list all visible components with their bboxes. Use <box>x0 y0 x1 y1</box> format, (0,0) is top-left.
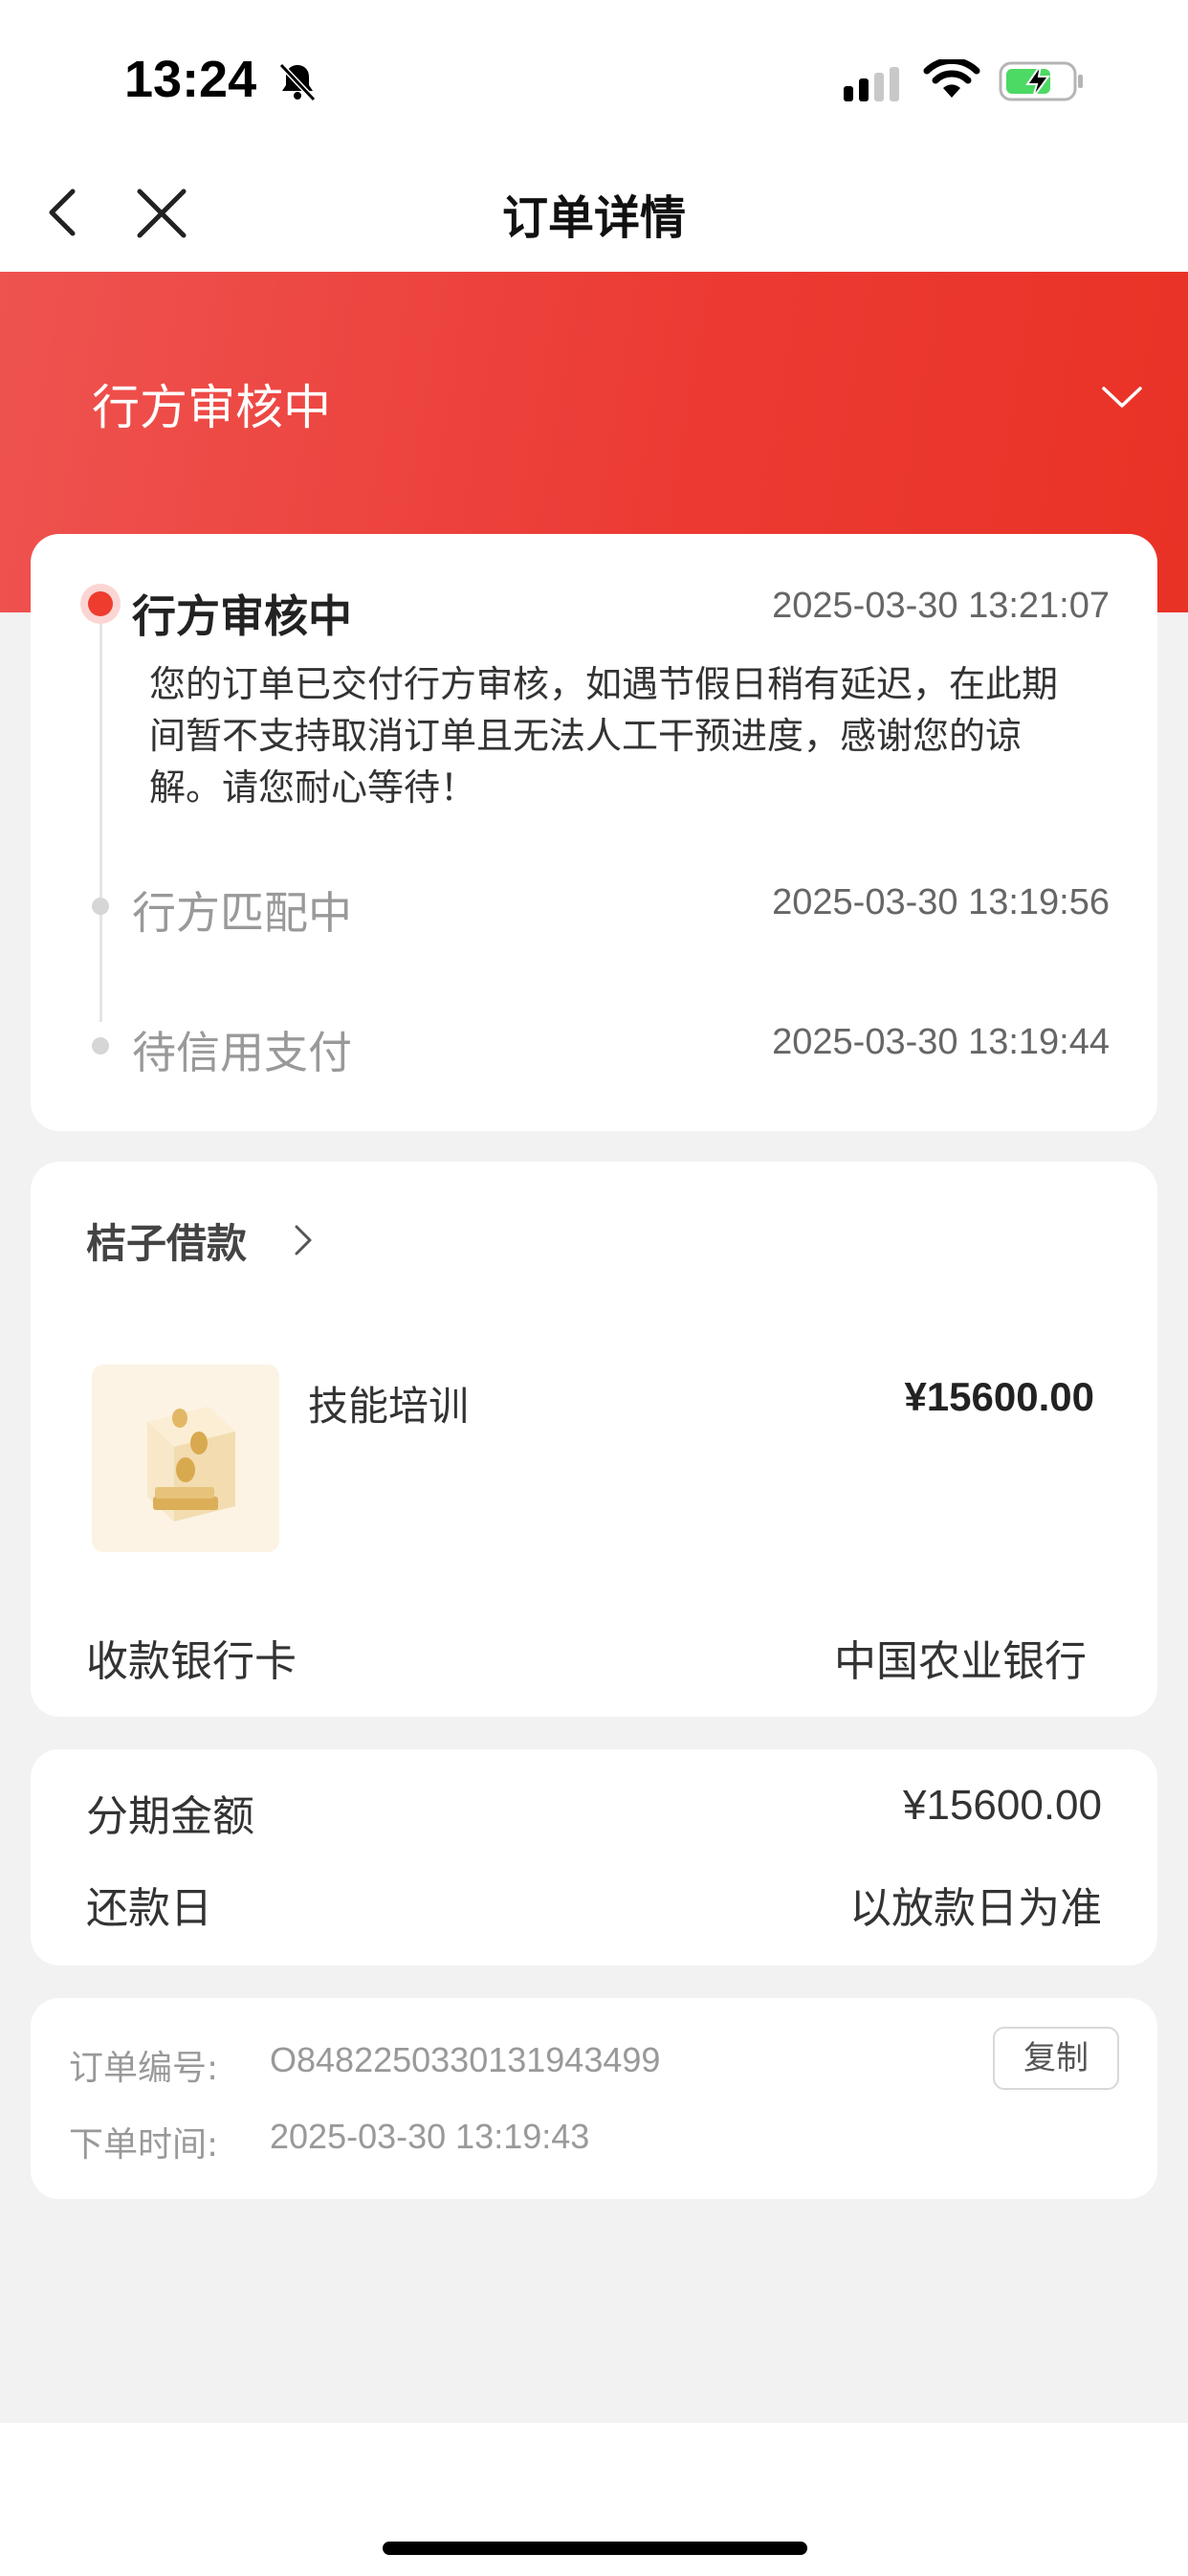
order-time-label: 下单时间: <box>69 2125 219 2165</box>
chevron-down-icon[interactable] <box>1100 383 1144 411</box>
page-title: 订单详情 <box>501 191 686 245</box>
timeline-step-time: 2025-03-30 13:19:44 <box>772 1022 1110 1062</box>
timeline-dot <box>92 898 109 915</box>
timeline-step-description: 您的订单已交付行方审核，如遇节假日稍有延迟，在此期间暂不支持取消订单且无法人工干… <box>149 663 1059 809</box>
repay-day-value: 以放款日为准 <box>849 1884 1102 1933</box>
installment-card: 分期金额 ¥15600.00 还款日 以放款日为准 <box>31 1749 1157 1965</box>
merchant-name[interactable]: 桔子借款 <box>86 1211 247 1270</box>
coin-box-icon <box>147 1407 235 1521</box>
product-card: 桔子借款 技能培训 ¥15600.00 收款银行卡 中国农业银行 <box>31 1162 1157 1717</box>
installment-amount-value: ¥15600.00 <box>903 1782 1102 1829</box>
nav-bar: 订单详情 <box>0 153 1188 272</box>
battery-charging-icon <box>999 61 1083 101</box>
product-price: ¥15600.00 <box>904 1374 1094 1419</box>
order-info-card: 订单编号: O8482250330131943499 复制 下单时间: 2025… <box>31 1998 1157 2199</box>
order-time-value: 2025-03-30 13:19:43 <box>270 2117 590 2156</box>
signal-icon <box>844 67 899 101</box>
timeline-dot-active <box>80 584 121 624</box>
order-number-value: O8482250330131943499 <box>270 2040 661 2079</box>
status-timeline-card: 行方审核中 2025-03-30 13:21:07 您的订单已交付行方审核，如遇… <box>31 534 1157 1131</box>
repay-day-label: 还款日 <box>86 1884 212 1933</box>
order-number-label: 订单编号: <box>69 2049 219 2088</box>
timeline-line <box>99 601 102 1022</box>
wifi-icon <box>923 59 980 98</box>
timeline-step-time: 2025-03-30 13:19:56 <box>772 882 1110 922</box>
bottom-bar <box>0 2423 1188 2576</box>
status-bar: 13:24 <box>0 0 1188 153</box>
product-thumbnail <box>92 1365 279 1552</box>
chevron-right-icon[interactable] <box>291 1221 316 1259</box>
timeline-dot <box>92 1037 109 1055</box>
status-time: 13:24 <box>124 51 257 108</box>
timeline-step-time: 2025-03-30 13:21:07 <box>772 586 1110 626</box>
product-name: 技能培训 <box>308 1383 470 1430</box>
timeline-step-title: 行方审核中 <box>132 590 352 642</box>
home-indicator[interactable] <box>383 2542 807 2555</box>
bell-slash-icon <box>278 62 317 102</box>
copy-button[interactable]: 复制 <box>993 2027 1119 2090</box>
bank-card-label: 收款银行卡 <box>86 1637 297 1686</box>
timeline-step-title: 行方匹配中 <box>132 887 352 939</box>
order-status-title: 行方审核中 <box>92 380 331 435</box>
timeline-step-title: 待信用支付 <box>132 1027 352 1078</box>
bank-card-value: 中国农业银行 <box>834 1637 1087 1686</box>
installment-amount-label: 分期金额 <box>86 1792 254 1841</box>
